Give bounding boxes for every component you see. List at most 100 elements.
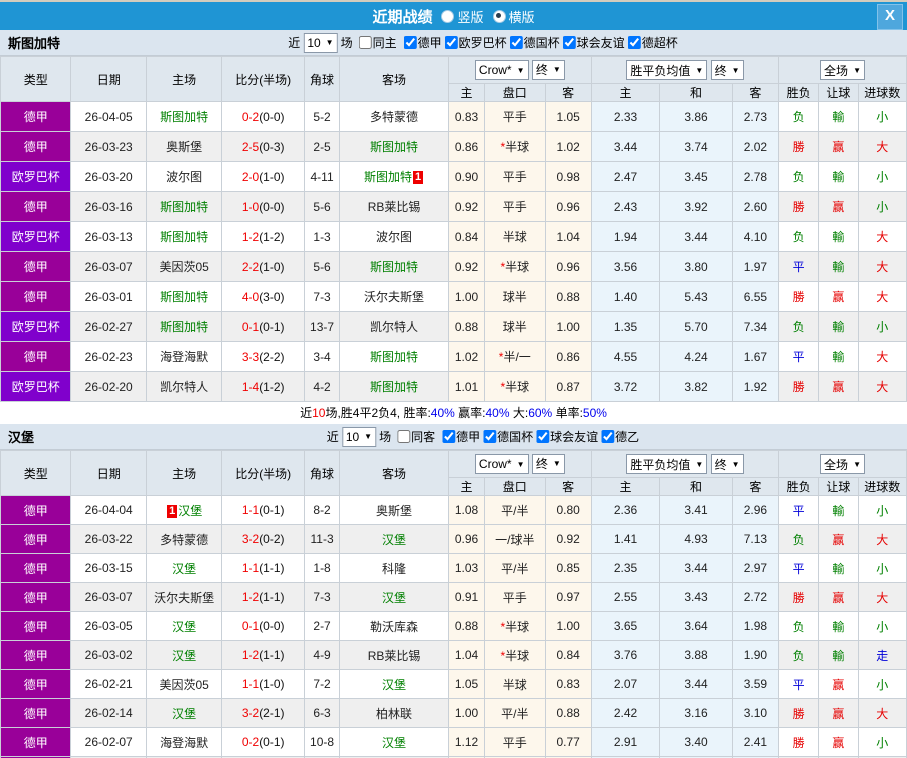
avg-home-cell: 2.91: [591, 728, 659, 757]
league-checkbox[interactable]: [563, 36, 576, 49]
full-time-score: 1-1: [242, 677, 259, 691]
score-cell[interactable]: 0-2(0-0): [222, 102, 305, 132]
league-checkbox[interactable]: [628, 36, 641, 49]
league-filter[interactable]: 欧罗巴杯: [442, 34, 507, 51]
score-cell[interactable]: 3-2(0-2): [222, 525, 305, 554]
avg-away-cell: 2.73: [732, 102, 778, 132]
team-label: 斯图加特: [370, 380, 418, 394]
home-odds-cell: 0.88: [448, 312, 484, 342]
full-time-score: 1-4: [242, 380, 259, 394]
away-odds-cell: 0.98: [545, 162, 591, 192]
score-cell[interactable]: 4-0(3-0): [222, 282, 305, 312]
league-filter[interactable]: 德乙: [598, 428, 639, 445]
final-odds-dropdown[interactable]: 终▼: [532, 60, 565, 80]
same-venue-checkbox[interactable]: [359, 36, 372, 49]
team-label: 科隆: [382, 562, 406, 576]
goals-total-cell: 小: [858, 496, 906, 525]
avg-away-cell: 1.92: [732, 372, 778, 402]
league-filter[interactable]: 德甲: [439, 428, 480, 445]
score-cell[interactable]: 2-2(1-0): [222, 252, 305, 282]
radio-icon-horizontal[interactable]: [493, 10, 506, 23]
score-cell[interactable]: 3-3(2-2): [222, 342, 305, 372]
final-odds-dropdown[interactable]: 终▼: [711, 454, 744, 474]
same-venue-filter[interactable]: 同客: [394, 428, 435, 445]
avg-draw-cell: 3.82: [660, 372, 732, 402]
league-filter[interactable]: 德国杯: [480, 428, 533, 445]
home-team-cell: 1汉堡: [146, 496, 221, 525]
score-cell[interactable]: 1-1(1-1): [222, 554, 305, 583]
league-checkbox[interactable]: [404, 36, 417, 49]
match-row: 欧罗巴杯26-02-20凯尔特人1-4(1-2)4-2斯图加特1.01*半球0.…: [1, 372, 907, 402]
full-time-score: 0-2: [242, 735, 259, 749]
sub-col-header-5: 客: [732, 84, 778, 102]
score-cell[interactable]: 2-5(0-3): [222, 132, 305, 162]
league-checkbox[interactable]: [601, 430, 614, 443]
col-header-4: 角球: [304, 57, 339, 102]
avg-dropdown[interactable]: 胜平负均值▼: [626, 454, 707, 474]
bookmaker-dropdown[interactable]: Crow*▼: [475, 60, 529, 80]
score-cell[interactable]: 0-2(0-1): [222, 728, 305, 757]
avg-dropdown[interactable]: 胜平负均值▼: [626, 60, 707, 80]
close-button[interactable]: X: [877, 4, 903, 30]
count-dropdown[interactable]: 10▼: [342, 427, 376, 447]
same-venue-checkbox[interactable]: [397, 430, 410, 443]
team-label: 斯图加特: [160, 200, 208, 214]
full-match-dropdown[interactable]: 全场▼: [820, 454, 865, 474]
league-filter[interactable]: 球会友谊: [560, 34, 625, 51]
handicap-cell: 一/球半: [485, 525, 545, 554]
same-venue-filter[interactable]: 同主: [356, 34, 397, 51]
handicap-result-cell: 赢: [819, 699, 858, 728]
avg-away-cell: 4.10: [732, 222, 778, 252]
league-checkbox[interactable]: [483, 430, 496, 443]
corners-cell: 1-3: [304, 222, 339, 252]
score-cell[interactable]: 1-1(0-1): [222, 496, 305, 525]
count-dropdown[interactable]: 10▼: [303, 33, 337, 53]
league-checkbox[interactable]: [445, 36, 458, 49]
layout-radio-horizontal[interactable]: 横版: [493, 7, 535, 26]
league-filter[interactable]: 德甲: [401, 34, 442, 51]
date-cell: 26-03-15: [71, 554, 146, 583]
team-label: 海登海默: [160, 736, 208, 750]
goals-total-cell: 大: [858, 699, 906, 728]
result-cell: 平: [779, 554, 819, 583]
team-label: 斯图加特: [160, 230, 208, 244]
league-checkbox[interactable]: [536, 430, 549, 443]
league-filter[interactable]: 球会友谊: [533, 428, 598, 445]
same-venue-label: 同客: [411, 428, 435, 445]
league-checkbox[interactable]: [510, 36, 523, 49]
league-filter[interactable]: 德超杯: [625, 34, 678, 51]
corners-cell: 11-3: [304, 525, 339, 554]
sub-col-header-1: 盘口: [485, 84, 545, 102]
home-team-cell: 汉堡: [146, 554, 221, 583]
radio-icon-vertical[interactable]: [441, 10, 454, 23]
final-odds-dropdown[interactable]: 终▼: [711, 60, 744, 80]
score-cell[interactable]: 1-4(1-2): [222, 372, 305, 402]
away-team-cell: 沃尔夫斯堡: [340, 282, 449, 312]
score-cell[interactable]: 1-1(1-0): [222, 670, 305, 699]
league-filter[interactable]: 德国杯: [507, 34, 560, 51]
league-cell: 德甲: [1, 583, 71, 612]
avg-draw-cell: 3.44: [660, 670, 732, 699]
avg-draw-cell: 3.74: [660, 132, 732, 162]
date-cell: 26-02-27: [71, 312, 146, 342]
score-cell[interactable]: 3-2(2-1): [222, 699, 305, 728]
handicap-label: 半球: [505, 380, 529, 394]
score-cell[interactable]: 0-1(0-0): [222, 612, 305, 641]
league-checkbox[interactable]: [442, 430, 455, 443]
score-cell[interactable]: 2-0(1-0): [222, 162, 305, 192]
full-match-dropdown[interactable]: 全场▼: [820, 60, 865, 80]
sub-col-header-3: 主: [591, 478, 659, 496]
score-cell[interactable]: 1-2(1-1): [222, 583, 305, 612]
corners-cell: 13-7: [304, 312, 339, 342]
score-cell[interactable]: 1-0(0-0): [222, 192, 305, 222]
avg-draw-cell: 5.43: [660, 282, 732, 312]
avg-home-cell: 3.56: [591, 252, 659, 282]
home-odds-cell: 0.96: [448, 525, 484, 554]
score-cell[interactable]: 1-2(1-2): [222, 222, 305, 252]
score-cell[interactable]: 1-2(1-1): [222, 641, 305, 670]
final-odds-dropdown[interactable]: 终▼: [532, 454, 565, 474]
layout-radio-vertical[interactable]: 竖版: [441, 7, 483, 26]
goals-total-cell: 小: [858, 102, 906, 132]
bookmaker-dropdown[interactable]: Crow*▼: [475, 454, 529, 474]
score-cell[interactable]: 0-1(0-1): [222, 312, 305, 342]
